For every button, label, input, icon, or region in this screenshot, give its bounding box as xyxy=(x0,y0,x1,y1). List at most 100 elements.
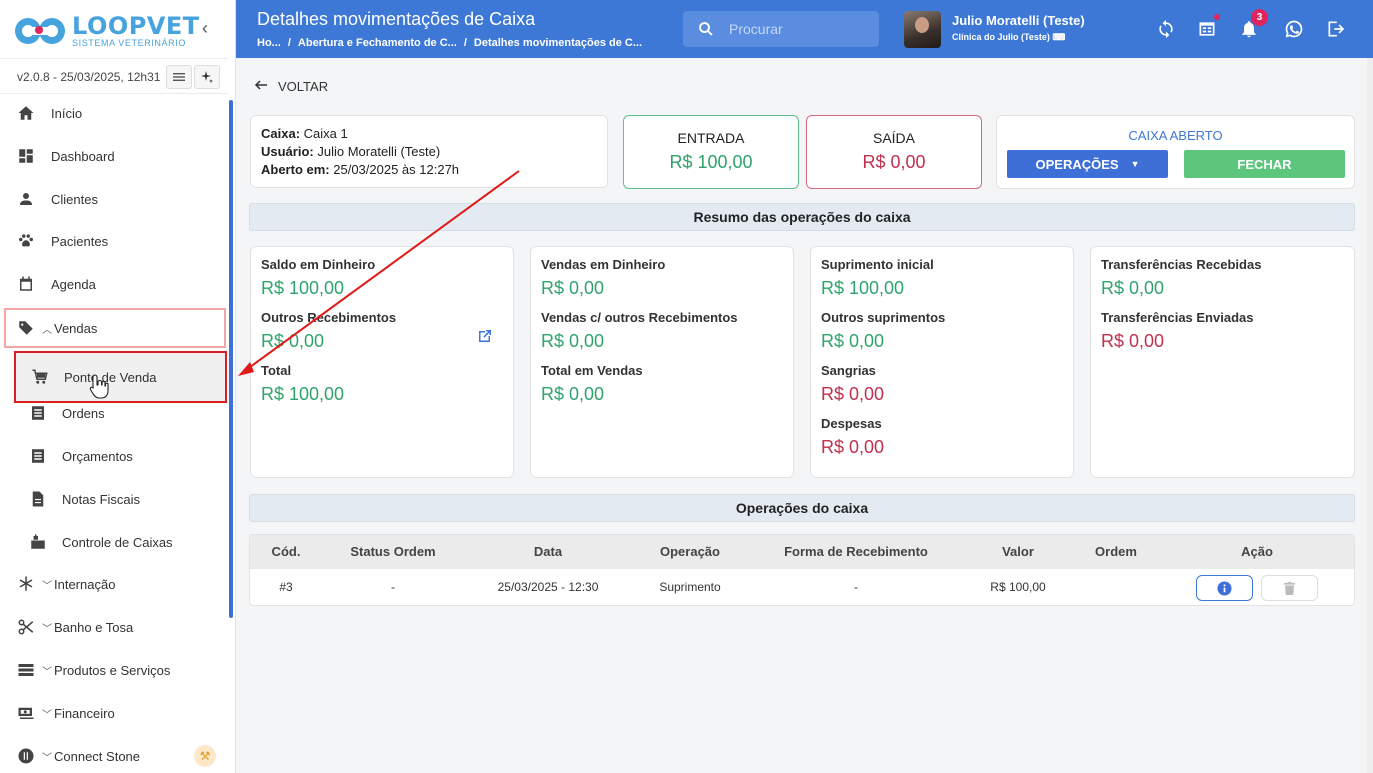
sidebar-item-produtos-e-servicos[interactable]: ﹀ Produtos e Serviços xyxy=(4,650,226,690)
chevron-down-icon: ﹀ xyxy=(42,580,52,592)
caixa-info-card: Caixa: Caixa 1 Usuário: Julio Moratelli … xyxy=(250,115,608,188)
fechar-button[interactable]: FECHAR xyxy=(1184,150,1345,178)
table-header: Cód. Status Ordem Data Operação Forma de… xyxy=(250,535,1354,569)
cash-register-dot xyxy=(1214,14,1220,20)
notification-count-badge: 3 xyxy=(1251,9,1268,26)
sidebar-item-label: Notas Fiscais xyxy=(62,491,141,507)
breadcrumb-home[interactable]: Ho... xyxy=(257,37,281,49)
sidebar-item-notas-fiscais[interactable]: Notas Fiscais xyxy=(4,479,226,519)
loopvet-logo[interactable]: LOOPVET SISTEMA VETERINÁRIO xyxy=(14,14,200,48)
transferencias-recebidas-value: R$ 0,00 xyxy=(1101,278,1165,298)
sidebar-item-vendas[interactable]: ︿ Vendas xyxy=(4,308,226,348)
operacoes-section-title: Operações do caixa xyxy=(249,494,1355,522)
sidebar-item-financeiro[interactable]: ﹀ Financeiro xyxy=(4,693,226,733)
sidebar-item-inicio[interactable]: Início xyxy=(4,93,226,133)
cash-register-button[interactable] xyxy=(1196,18,1218,40)
outros-suprimentos-value: R$ 0,00 xyxy=(821,331,885,351)
aberto-value: 25/03/2025 às 12:27h xyxy=(333,162,460,177)
resumo-card-dinheiro: Saldo em Dinheiro R$ 100,00 Outros Receb… xyxy=(250,246,514,478)
sidebar-item-agenda[interactable]: Agenda xyxy=(4,264,226,304)
sidebar-item-label: Financeiro xyxy=(54,705,115,721)
chevron-down-icon: ﹀ xyxy=(42,709,52,721)
version-row: v2.0.8 - 25/03/2025, 12h31 xyxy=(0,58,228,94)
suprimento-inicial-label: Suprimento inicial xyxy=(821,257,934,272)
search-icon xyxy=(699,22,713,36)
sidebar-item-label: Controle de Caixas xyxy=(62,534,173,550)
caret-down-icon: ▼ xyxy=(1130,159,1140,169)
sidebar-scrollbar[interactable] xyxy=(229,100,233,618)
clinic-label: Clínica do Julio (Teste) xyxy=(952,32,1050,42)
breadcrumb-current: Detalhes movimentações de C... xyxy=(473,37,643,49)
chevron-down-icon: ﹀ xyxy=(42,666,52,678)
despesas-value: R$ 0,00 xyxy=(821,437,885,457)
entrada-card: ENTRADA R$ 100,00 xyxy=(623,115,799,189)
sidebar-item-orcamentos[interactable]: Orçamentos xyxy=(4,436,226,476)
sidebar-item-clientes[interactable]: Clientes xyxy=(4,179,226,219)
main-scrollbar[interactable] xyxy=(1367,58,1373,773)
saldo-dinheiro-label: Saldo em Dinheiro xyxy=(261,257,376,272)
sidebar-item-label: Connect Stone xyxy=(54,748,141,764)
aberto-label: Aberto em: xyxy=(261,162,330,177)
sidebar-item-label: Internação xyxy=(54,576,116,592)
sidebar-item-label: Produtos e Serviços xyxy=(54,662,171,678)
breadcrumb-separator: / xyxy=(287,37,291,49)
delete-button[interactable] xyxy=(1261,575,1318,601)
dashboard-icon xyxy=(16,146,36,166)
arrow-left-icon xyxy=(254,78,268,95)
clinic-name[interactable]: Clínica do Julio (Teste) ⌨ xyxy=(952,32,1065,43)
sync-button[interactable] xyxy=(1155,18,1177,40)
menu-toggle-button[interactable] xyxy=(166,65,192,89)
vendas-outros-value: R$ 0,00 xyxy=(541,331,605,351)
sidebar-item-dashboard[interactable]: Dashboard xyxy=(4,136,226,176)
paw-icon xyxy=(16,231,36,251)
breadcrumb-abertura[interactable]: Abertura e Fechamento de C... xyxy=(298,37,457,49)
user-name[interactable]: Julio Moratelli (Teste) xyxy=(952,13,1085,28)
col-header-forma-recebimento: Forma de Recebimento xyxy=(784,544,928,559)
person-icon xyxy=(16,189,36,209)
sidebar-item-label: Ordens xyxy=(62,405,105,421)
back-button[interactable]: VOLTAR xyxy=(254,78,328,95)
sidebar-item-banho-e-tosa[interactable]: ﹀ Banho e Tosa xyxy=(4,607,226,647)
saida-value: R$ 0,00 xyxy=(862,152,926,172)
aberto-row: Aberto em: 25/03/2025 às 12:27h xyxy=(261,162,459,177)
register-icon xyxy=(1199,22,1215,36)
sidebar-item-internacao[interactable]: ﹀ Internação xyxy=(4,564,226,604)
sidebar-item-label: Dashboard xyxy=(51,148,115,164)
sidebar-item-ordens[interactable]: Ordens xyxy=(4,393,226,433)
whatsapp-button[interactable] xyxy=(1283,18,1305,40)
open-external-icon[interactable] xyxy=(477,328,493,344)
info-button[interactable] xyxy=(1196,575,1253,601)
cell-cod: #3 xyxy=(279,580,293,594)
search-input[interactable] xyxy=(729,21,869,37)
usuario-value: Julio Moratelli (Teste) xyxy=(317,144,441,159)
resumo-card-transferencias: Transferências Recebidas R$ 0,00 Transfe… xyxy=(1090,246,1355,478)
caixa-status: CAIXA ABERTO xyxy=(1128,128,1223,143)
sparkle-icon xyxy=(201,71,213,83)
sidebar-item-connect-stone[interactable]: ﹀ Connect Stone ⚒ xyxy=(4,736,226,773)
operacoes-button[interactable]: OPERAÇÕES ▼ xyxy=(1007,150,1168,178)
avatar[interactable] xyxy=(904,11,941,48)
loopvet-logo-icon xyxy=(14,15,66,47)
sidebar-item-label: Banho e Tosa xyxy=(54,619,134,635)
laptop-icon: ⌨ xyxy=(1052,32,1066,42)
cash-register-icon xyxy=(28,532,48,552)
operacoes-table: Cód. Status Ordem Data Operação Forma de… xyxy=(249,534,1355,606)
entrada-value: R$ 100,00 xyxy=(669,152,753,172)
tag-icon xyxy=(16,318,36,338)
ai-sparkle-button[interactable] xyxy=(194,65,220,89)
entrada-label: ENTRADA xyxy=(677,130,745,146)
stack-icon xyxy=(16,660,36,680)
collapse-sidebar-button[interactable]: ‹ xyxy=(196,18,214,38)
usuario-row: Usuário: Julio Moratelli (Teste) xyxy=(261,144,440,159)
logo-title: LOOPVET xyxy=(72,12,200,40)
caixa-status-card: CAIXA ABERTO OPERAÇÕES ▼ FECHAR xyxy=(996,115,1355,189)
sidebar-item-label: Pacientes xyxy=(51,233,109,249)
sidebar-item-pacientes[interactable]: Pacientes xyxy=(4,221,226,261)
total-vendas-label: Total em Vendas xyxy=(541,363,643,378)
resumo-card-vendas: Vendas em Dinheiro R$ 0,00 Vendas c/ out… xyxy=(530,246,794,478)
logout-button[interactable] xyxy=(1325,18,1347,40)
chevron-up-icon: ︿ xyxy=(42,324,52,336)
sidebar-item-controle-de-caixas[interactable]: Controle de Caixas xyxy=(4,522,226,562)
search-box[interactable] xyxy=(683,11,879,47)
total-value: R$ 100,00 xyxy=(261,384,345,404)
